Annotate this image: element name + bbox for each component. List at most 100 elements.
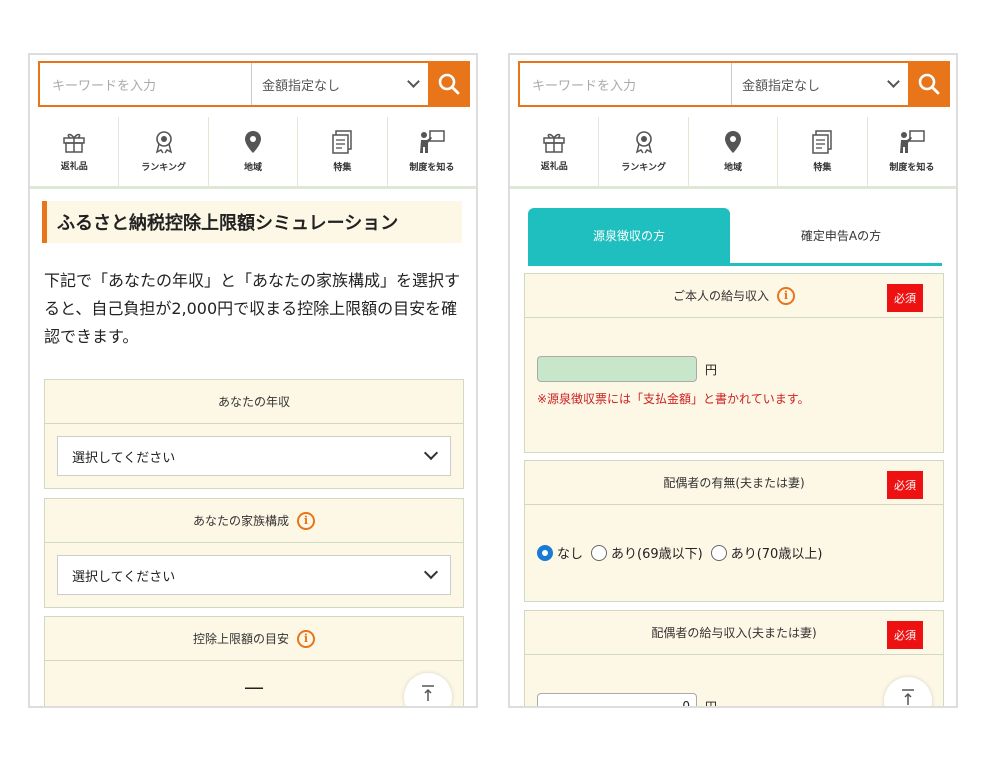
limit-panel: 控除上限額の目安 i —: [44, 616, 464, 706]
family-panel: あなたの家族構成 i 選択してください: [44, 498, 464, 608]
nav-label: 特集: [813, 163, 832, 173]
medal-icon: [635, 131, 652, 154]
chevron-down-icon: [423, 445, 439, 461]
spouse-header: 配偶者の有無(夫または妻) 必須: [525, 461, 943, 505]
arrow-up-icon: [422, 685, 434, 701]
unit-label: 円: [705, 699, 718, 708]
spouse-option-none[interactable]: なし: [537, 543, 583, 562]
search-icon: [918, 73, 940, 95]
document-icon: [332, 130, 353, 154]
radio-label: あり(70歳以上): [730, 547, 823, 562]
method-tabs: 源泉徴収の方 確定申告Aの方: [528, 208, 942, 266]
right-screen: キーワードを入力 金額指定なし 返礼品 ランキング 地域 特集 制度を知る 源泉…: [508, 53, 958, 708]
limit-header: 控除上限額の目安 i: [45, 617, 463, 661]
info-icon[interactable]: i: [297, 629, 315, 648]
chevron-down-icon: [423, 564, 439, 580]
search-button[interactable]: [908, 61, 950, 107]
nav-label: ランキング: [621, 163, 666, 173]
limit-value: —: [244, 675, 264, 699]
spouse-income-value: 0: [682, 699, 690, 708]
presenter-icon: [899, 130, 925, 153]
info-icon[interactable]: i: [297, 511, 315, 530]
nav-item-learn[interactable]: 制度を知る: [868, 117, 956, 186]
chevron-down-icon: [407, 75, 420, 88]
tab-withholding[interactable]: 源泉徴収の方: [528, 208, 730, 263]
nav-label: 地域: [724, 163, 743, 173]
spouse-option-over70[interactable]: あり(70歳以上): [710, 543, 823, 562]
income-select[interactable]: 選択してください: [57, 436, 451, 476]
presenter-icon: [419, 130, 445, 153]
nav-label: ランキング: [141, 163, 186, 173]
income-label: あなたの年収: [45, 380, 463, 424]
map-pin-icon: [725, 131, 742, 153]
radio-button[interactable]: [710, 544, 727, 561]
search-bar: キーワードを入力 金額指定なし: [518, 61, 950, 107]
amount-select-label: 金額指定なし: [262, 78, 341, 94]
nav-item-gifts[interactable]: 返礼品: [510, 117, 600, 186]
family-select[interactable]: 選択してください: [57, 555, 451, 595]
spouse-label: 配偶者の有無(夫または妻): [663, 476, 805, 490]
amount-select[interactable]: 金額指定なし: [732, 63, 908, 105]
gift-icon: [543, 133, 565, 153]
salary-panel: ご本人の給与収入 i 必須 円 ※源泉徴収票には「支払金額」と書かれています。: [524, 273, 944, 453]
salary-note: ※源泉徴収票には「支払金額」と書かれています。: [537, 392, 810, 406]
page-title: ふるさと納税控除上限額シミュレーション: [42, 201, 462, 243]
document-icon: [812, 130, 833, 154]
amount-select[interactable]: 金額指定なし: [252, 63, 428, 105]
salary-input[interactable]: [537, 356, 697, 382]
nav-item-ranking[interactable]: ランキング: [119, 117, 209, 186]
limit-label: 控除上限額の目安: [192, 632, 289, 646]
gift-icon: [63, 133, 85, 153]
nav-label: 制度を知る: [409, 163, 455, 173]
required-badge: 必須: [887, 621, 923, 649]
nav-item-gifts[interactable]: 返礼品: [30, 117, 120, 186]
spouse-income-header: 配偶者の給与収入(夫または妻) 必須: [525, 611, 943, 655]
search-bar: キーワードを入力 金額指定なし: [38, 61, 470, 107]
category-nav: 返礼品 ランキング 地域 特集 制度を知る: [30, 117, 476, 189]
search-button[interactable]: [428, 61, 470, 107]
nav-item-learn[interactable]: 制度を知る: [388, 117, 476, 186]
chevron-down-icon: [887, 75, 900, 88]
nav-item-region[interactable]: 地域: [209, 117, 299, 186]
radio-button[interactable]: [591, 544, 608, 561]
nav-item-features[interactable]: 特集: [298, 117, 388, 186]
salary-header: ご本人の給与収入 i 必須: [525, 274, 943, 318]
nav-label: 地域: [244, 163, 263, 173]
keyword-input[interactable]: キーワードを入力: [520, 63, 732, 105]
nav-label: 返礼品: [60, 162, 88, 172]
spouse-option-under70[interactable]: あり(69歳以下): [591, 543, 703, 562]
nav-item-ranking[interactable]: ランキング: [599, 117, 689, 186]
family-label: あなたの家族構成: [192, 514, 289, 528]
required-badge: 必須: [887, 284, 923, 312]
nav-item-features[interactable]: 特集: [778, 117, 868, 186]
family-header: あなたの家族構成 i: [45, 499, 463, 543]
required-badge: 必須: [887, 471, 923, 499]
spouse-income-input[interactable]: 0: [537, 693, 697, 708]
nav-label: 特集: [333, 163, 352, 173]
left-screen: キーワードを入力 金額指定なし 返礼品 ランキング 地域 特集 制度を知る ふる…: [28, 53, 478, 708]
info-icon[interactable]: i: [777, 286, 795, 305]
spouse-panel: 配偶者の有無(夫または妻) 必須 なし あり(69歳以下) あり(70歳以上): [524, 460, 944, 602]
radio-label: なし: [557, 547, 584, 562]
spouse-income-panel: 配偶者の給与収入(夫または妻) 必須 0 円: [524, 610, 944, 708]
search-icon: [438, 73, 460, 95]
category-nav: 返礼品 ランキング 地域 特集 制度を知る: [510, 117, 956, 189]
amount-select-label: 金額指定なし: [742, 78, 821, 94]
nav-label: 返礼品: [540, 162, 568, 172]
medal-icon: [155, 131, 172, 154]
nav-item-region[interactable]: 地域: [689, 117, 779, 186]
arrow-up-icon: [902, 689, 914, 705]
unit-label: 円: [705, 362, 718, 377]
radio-button[interactable]: [537, 544, 553, 561]
family-select-value: 選択してください: [72, 569, 176, 585]
nav-label: 制度を知る: [889, 163, 935, 173]
salary-label: ご本人の給与収入: [672, 289, 769, 303]
map-pin-icon: [245, 131, 262, 153]
radio-label: あり(69歳以下): [611, 547, 703, 562]
spouse-income-label: 配偶者の給与収入(夫または妻): [651, 626, 817, 640]
income-panel: あなたの年収 選択してください: [44, 379, 464, 489]
income-select-value: 選択してください: [72, 450, 176, 466]
keyword-input[interactable]: キーワードを入力: [40, 63, 252, 105]
tab-tax-return[interactable]: 確定申告Aの方: [740, 208, 942, 263]
spouse-radio-group: なし あり(69歳以下) あり(70歳以上): [537, 543, 931, 562]
